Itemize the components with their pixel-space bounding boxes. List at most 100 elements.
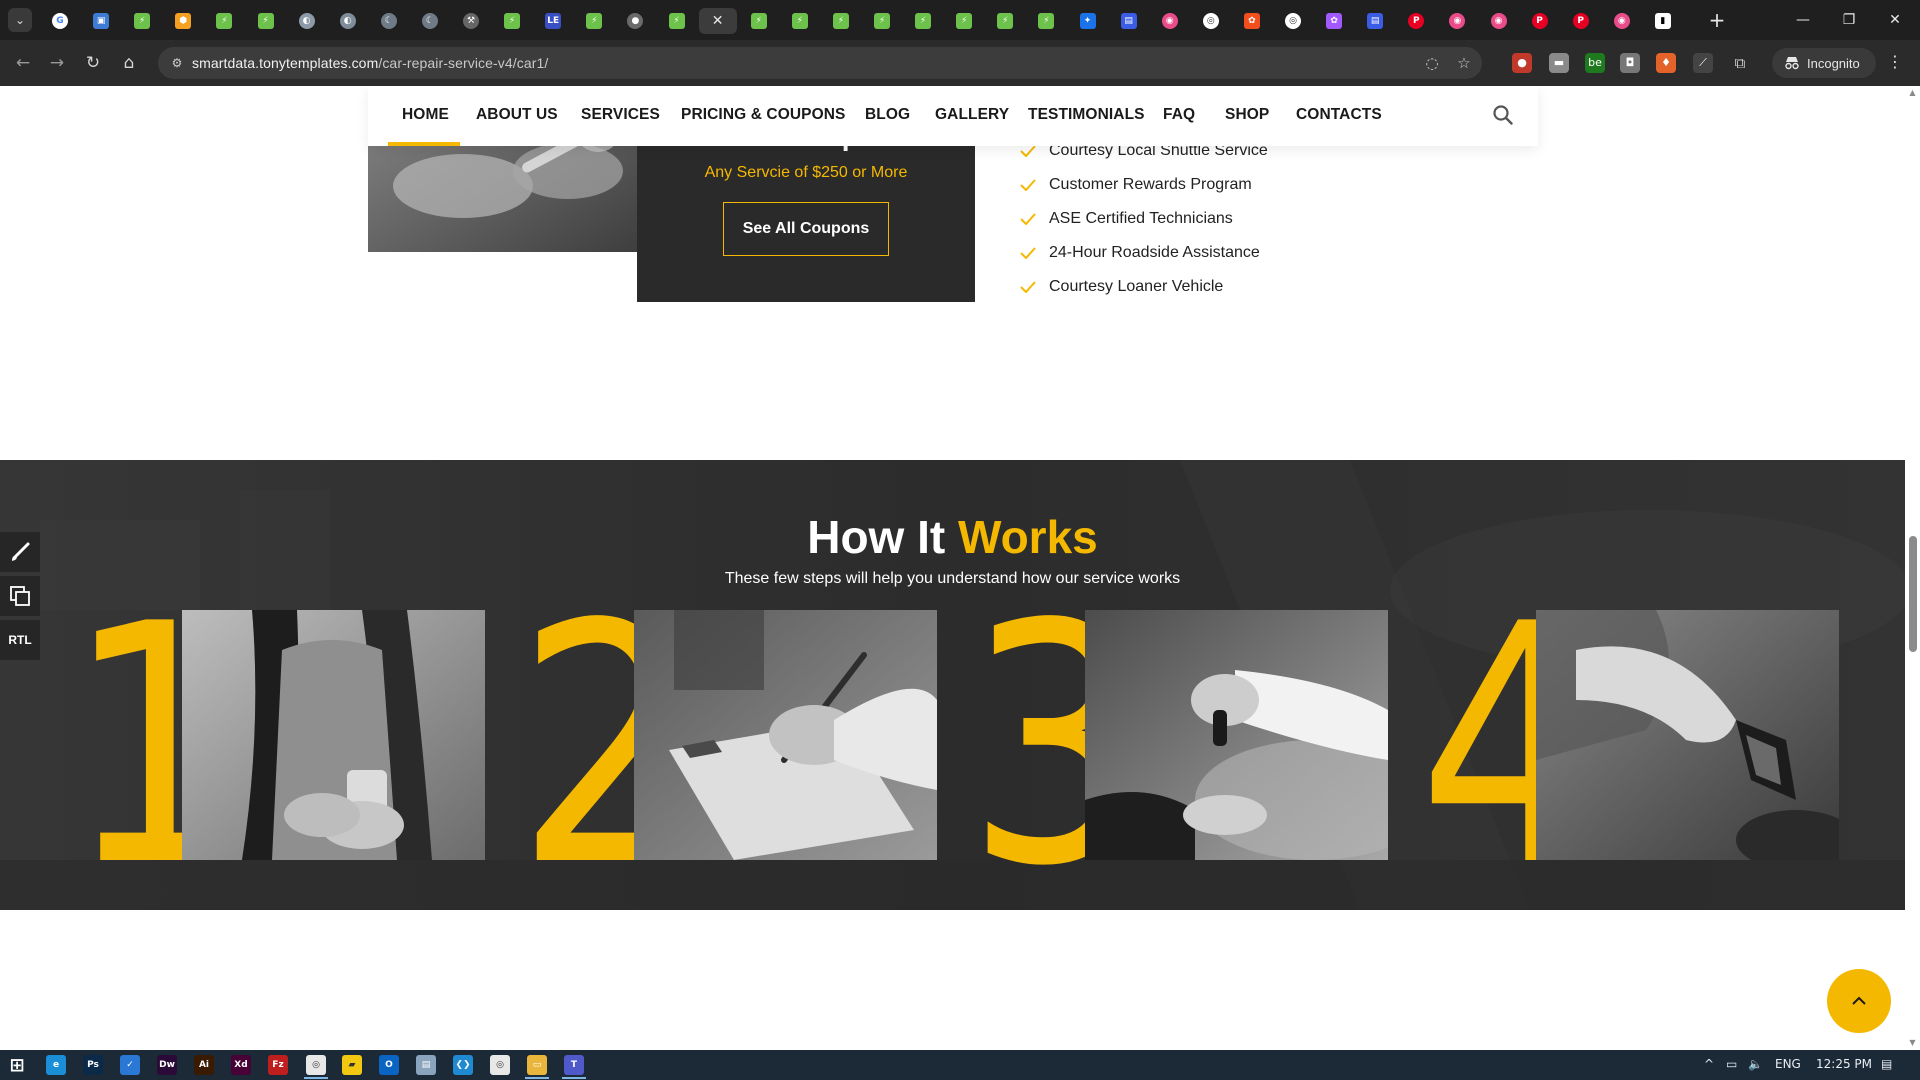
edge-icon[interactable]: e — [46, 1055, 66, 1075]
file-explorer-icon[interactable]: ▭ — [527, 1055, 547, 1075]
extension-orange-icon[interactable]: ♦ — [1656, 53, 1676, 73]
layers-icon[interactable] — [0, 576, 40, 616]
browser-tab[interactable]: ◐ — [288, 8, 326, 34]
nav-item-services[interactable]: SERVICES — [581, 106, 660, 124]
browser-tab[interactable]: ⚡ — [575, 8, 613, 34]
browser-tab[interactable]: ⚡ — [493, 8, 531, 34]
home-button[interactable]: ⌂ — [116, 50, 142, 76]
browser-tab[interactable]: ◎ — [1274, 8, 1312, 34]
nav-item-about-us[interactable]: ABOUT US — [476, 106, 558, 124]
scrollbar-thumb[interactable] — [1909, 536, 1917, 652]
dreamweaver-icon[interactable]: Dw — [157, 1055, 177, 1075]
volume-icon[interactable]: 🔈 — [1748, 1057, 1763, 1071]
browser-tab[interactable]: ◎ — [1192, 8, 1230, 34]
browser-tab[interactable]: ▣ — [82, 8, 120, 34]
photoshop-icon[interactable]: Ps — [83, 1055, 103, 1075]
browser-tab[interactable]: ⚡ — [740, 8, 778, 34]
paintbrush-icon[interactable] — [0, 532, 40, 572]
browser-tab[interactable]: ◉ — [1603, 8, 1641, 34]
browser-tab[interactable]: ⚡ — [247, 8, 285, 34]
network-icon[interactable]: ▭ — [1726, 1057, 1737, 1071]
scroll-down-arrow-icon[interactable]: ▼ — [1905, 1036, 1920, 1050]
browser-tab[interactable]: ⚡ — [123, 8, 161, 34]
browser-tab[interactable]: ⬢ — [164, 8, 202, 34]
browser-tab[interactable]: ⚡ — [781, 8, 819, 34]
browser-tab[interactable]: LE — [534, 8, 572, 34]
chrome-icon[interactable]: ◎ — [306, 1055, 326, 1075]
browser-tab[interactable]: G — [41, 8, 79, 34]
tab-search-button[interactable]: ⌄ — [8, 8, 32, 32]
chrome-icon[interactable]: ◎ — [490, 1055, 510, 1075]
browser-tab[interactable]: ◉ — [1480, 8, 1518, 34]
browser-tab[interactable]: ☾ — [370, 8, 408, 34]
extension-gray-icon[interactable]: ▬ — [1549, 53, 1569, 73]
nav-item-pricing-coupons[interactable]: PRICING & COUPONS — [681, 106, 845, 124]
xd-icon[interactable]: Xd — [231, 1055, 251, 1075]
browser-tab[interactable]: ◉ — [1151, 8, 1189, 34]
browser-tab[interactable]: ⚡ — [822, 8, 860, 34]
url-text[interactable]: smartdata.tonytemplates.com/car-repair-s… — [192, 55, 548, 71]
notepad-icon[interactable]: ▤ — [416, 1055, 436, 1075]
nav-item-testimonials[interactable]: TESTIMONIALS — [1028, 106, 1145, 124]
close-button[interactable]: ✕ — [1872, 0, 1918, 40]
nav-item-contacts[interactable]: CONTACTS — [1296, 106, 1382, 124]
back-button[interactable]: ← — [10, 50, 36, 76]
browser-tab[interactable]: ✿ — [1315, 8, 1353, 34]
address-bar[interactable]: ⚙ smartdata.tonytemplates.com/car-repair… — [158, 47, 1482, 79]
browser-tab[interactable]: ◐ — [329, 8, 367, 34]
browser-tab[interactable]: ● — [616, 8, 654, 34]
windows-start-icon[interactable]: ⊞ — [7, 1055, 27, 1076]
illustrator-icon[interactable]: Ai — [194, 1055, 214, 1075]
browser-tab[interactable]: ✕ — [698, 8, 737, 34]
browser-tab[interactable]: ✦ — [1069, 8, 1107, 34]
camera-icon[interactable]: ◘ — [1620, 53, 1640, 73]
vscode-icon[interactable]: ❮❯ — [453, 1055, 473, 1075]
browser-tab[interactable]: ▤ — [1356, 8, 1394, 34]
rtl-toggle-button[interactable]: RTL — [0, 620, 40, 660]
browser-tab[interactable]: ✿ — [1233, 8, 1271, 34]
browser-tab[interactable]: P — [1397, 8, 1435, 34]
bookmark-star-icon[interactable]: ☆ — [1454, 53, 1474, 73]
browser-tab[interactable]: ⚡ — [945, 8, 983, 34]
eye-off-icon[interactable]: ◌ — [1422, 53, 1442, 73]
nav-item-home[interactable]: HOME — [402, 106, 449, 124]
browser-tab[interactable]: ⚡ — [863, 8, 901, 34]
site-info-icon[interactable]: ⚙ — [168, 54, 186, 72]
language-indicator[interactable]: ENG — [1775, 1057, 1801, 1071]
clock[interactable]: 12:25 PM — [1816, 1057, 1872, 1071]
forward-button[interactable]: → — [44, 50, 70, 76]
browser-tab[interactable]: ▤ — [1110, 8, 1148, 34]
reload-button[interactable]: ↻ — [80, 50, 106, 76]
nav-item-gallery[interactable]: GALLERY — [935, 106, 1009, 124]
new-tab-button[interactable]: + — [1704, 8, 1730, 34]
browser-tab[interactable]: ⚡ — [1027, 8, 1065, 34]
browser-tab[interactable]: ◉ — [1438, 8, 1476, 34]
browser-tab[interactable]: P — [1562, 8, 1600, 34]
see-all-coupons-button[interactable]: See All Coupons — [723, 202, 889, 256]
close-tab-icon[interactable]: ✕ — [712, 13, 724, 29]
browser-tab[interactable]: ▮ — [1644, 8, 1682, 34]
browser-tab[interactable]: ⚡ — [986, 8, 1024, 34]
nav-item-faq[interactable]: FAQ — [1163, 106, 1195, 124]
browser-tab[interactable]: ⚒ — [452, 8, 490, 34]
browser-tab[interactable]: ⚡ — [658, 8, 696, 34]
browser-tab[interactable]: ☾ — [411, 8, 449, 34]
extension-red-icon[interactable]: ● — [1512, 53, 1532, 73]
teams-icon[interactable]: T — [564, 1055, 584, 1075]
browser-menu-icon[interactable]: ⋮ — [1885, 52, 1905, 74]
minimize-button[interactable]: — — [1780, 0, 1826, 40]
outlook-icon[interactable]: O — [379, 1055, 399, 1075]
incognito-badge[interactable]: Incognito — [1772, 48, 1876, 78]
restore-button[interactable]: ❐ — [1826, 0, 1872, 40]
page-scrollbar[interactable]: ▲ ▼ — [1905, 86, 1920, 1050]
extensions-puzzle-icon[interactable]: ⧉ — [1730, 53, 1750, 73]
tray-chevron-icon[interactable]: ^ — [1704, 1057, 1714, 1071]
extension-green-icon[interactable]: be — [1585, 53, 1605, 73]
sticky-notes-icon[interactable]: ▰ — [342, 1055, 362, 1075]
browser-tab[interactable]: P — [1521, 8, 1559, 34]
nav-item-blog[interactable]: BLOG — [865, 106, 910, 124]
scroll-up-arrow-icon[interactable]: ▲ — [1905, 86, 1920, 100]
nav-item-shop[interactable]: SHOP — [1225, 106, 1269, 124]
eyedropper-icon[interactable]: ⟋ — [1693, 53, 1713, 73]
back-to-top-button[interactable] — [1827, 969, 1891, 1033]
